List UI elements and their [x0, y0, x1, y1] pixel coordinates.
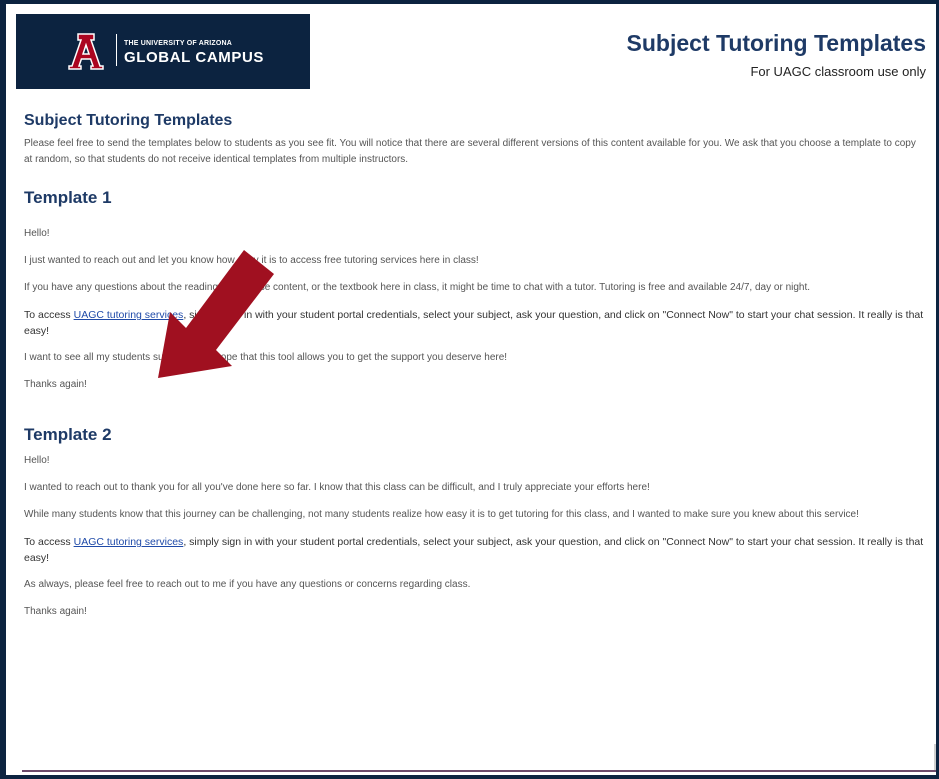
template-1-heading: Template 1: [24, 188, 112, 207]
template-2-heading: Template 2: [24, 425, 112, 444]
template-2-paragraph-2: While many students know that this journ…: [24, 509, 859, 520]
page-edge: [934, 744, 936, 772]
page-subtitle: For UAGC classroom use only: [750, 64, 926, 79]
logo-divider: [116, 34, 117, 66]
template-2-paragraph-1: I wanted to reach out to thank you for a…: [24, 482, 650, 493]
template-1-greeting: Hello!: [24, 228, 50, 239]
template-2-closing: Thanks again!: [24, 606, 87, 617]
document-page: THE UNIVERSITY OF ARIZONA GLOBAL CAMPUS …: [6, 4, 936, 775]
intro-heading: Subject Tutoring Templates: [24, 112, 233, 129]
template-2-access-prefix: To access: [24, 536, 74, 548]
arrow-pointer-icon: [158, 250, 274, 378]
logo-campus-text: GLOBAL CAMPUS: [124, 49, 265, 66]
template-2-paragraph-3: To access UAGC tutoring services, simply…: [24, 534, 924, 566]
page-bottom-rule: [22, 770, 936, 772]
template-2-paragraph-4: As always, please feel free to reach out…: [24, 579, 471, 590]
template-2-tutoring-link[interactable]: UAGC tutoring services: [74, 536, 184, 548]
logo-university-text: THE UNIVERSITY OF ARIZONA: [124, 40, 233, 47]
page-title: Subject Tutoring Templates: [626, 30, 926, 56]
template-2-greeting: Hello!: [24, 455, 50, 466]
block-a-logo: [68, 33, 104, 70]
uagc-logo: THE UNIVERSITY OF ARIZONA GLOBAL CAMPUS: [16, 14, 310, 89]
template-1-access-prefix: To access: [24, 309, 74, 321]
intro-text: Please feel free to send the templates b…: [24, 138, 916, 165]
